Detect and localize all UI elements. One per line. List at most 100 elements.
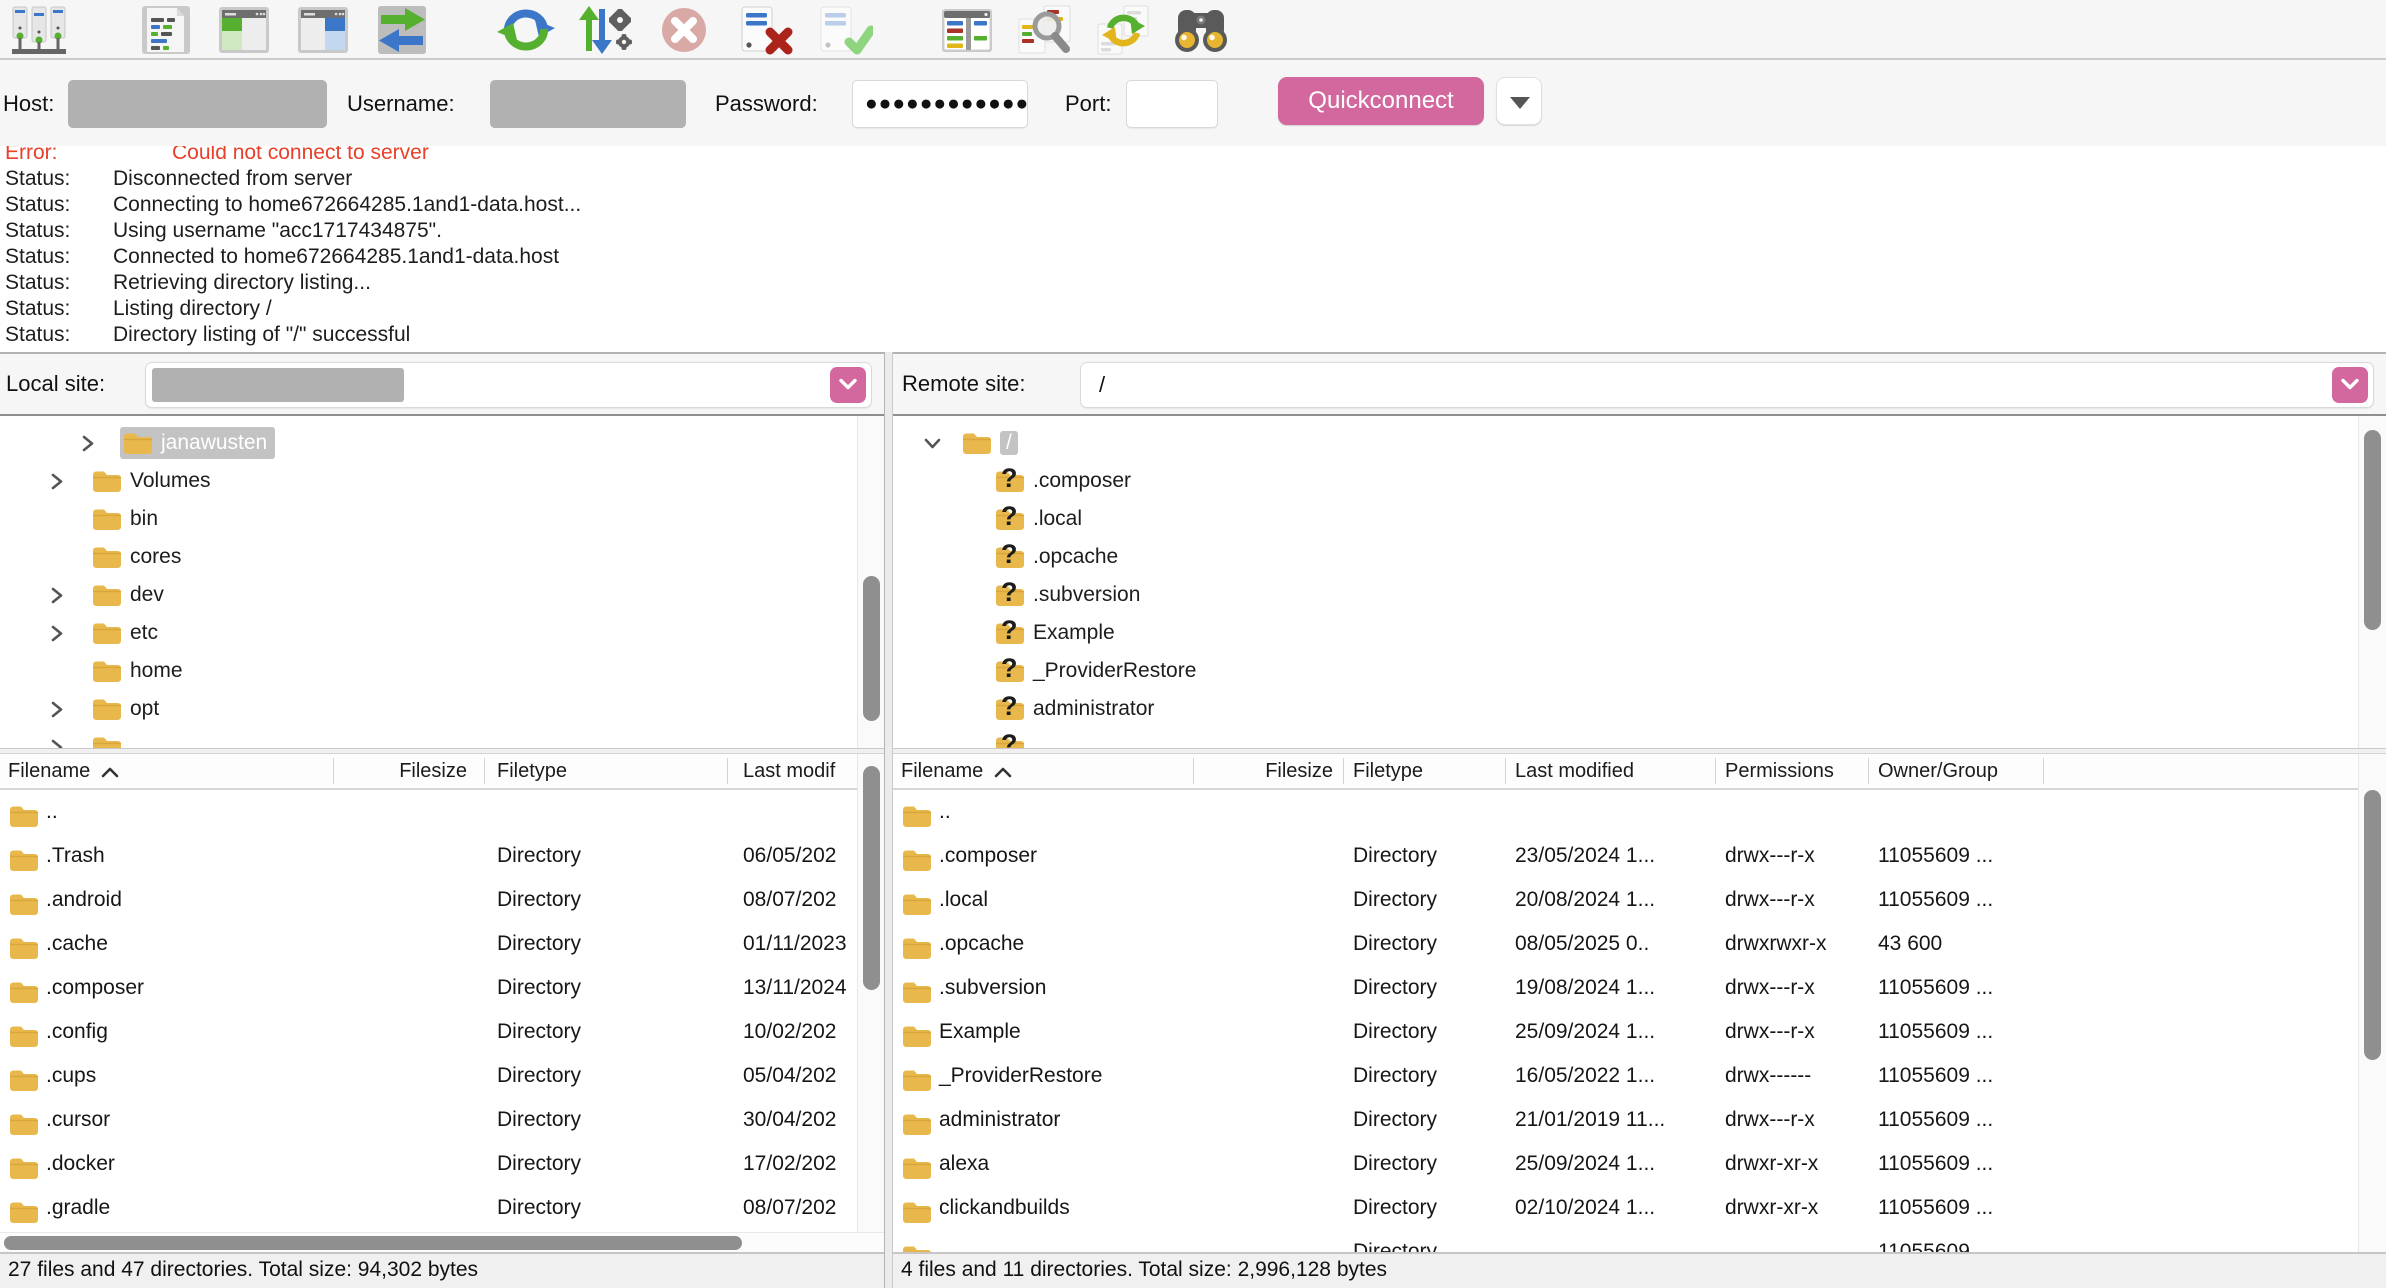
column-header-filename[interactable]: Filename: [901, 754, 1013, 788]
column-header-filename[interactable]: Filename: [8, 754, 120, 788]
remote-list-scrollbar[interactable]: [2358, 754, 2386, 1252]
chevron-right-icon[interactable]: [48, 472, 66, 490]
file-row[interactable]: .cupsDirectory05/04/202: [0, 1054, 885, 1098]
remote-tree-toggle-button[interactable]: [292, 4, 354, 56]
local-file-list[interactable]: Filename Filesize Filetype Last modif ..…: [0, 754, 885, 1252]
local-list-horizontal-scrollbar[interactable]: [0, 1232, 885, 1252]
remote-site-combo[interactable]: /: [1080, 362, 2374, 408]
filename-filters-button[interactable]: [1014, 4, 1076, 56]
column-header-filetype[interactable]: Filetype: [497, 754, 567, 788]
username-input[interactable]: [490, 80, 686, 128]
cancel-button[interactable]: [653, 4, 715, 56]
chevron-down-icon[interactable]: [923, 434, 941, 452]
directory-comparison-button[interactable]: [936, 4, 998, 56]
column-header-last-modified[interactable]: Last modif: [743, 754, 835, 788]
tree-item[interactable]: bin: [0, 500, 885, 538]
tree-item[interactable]: janawusten: [0, 424, 885, 462]
message-log[interactable]: Error:Could not connect to server Status…: [0, 146, 2386, 352]
chevron-right-icon[interactable]: [48, 586, 66, 604]
local-list-scrollbar[interactable]: [857, 754, 885, 1232]
file-row[interactable]: .composerDirectory13/11/2024: [0, 966, 885, 1010]
site-manager-button[interactable]: [8, 4, 70, 56]
file-row[interactable]: .cursorDirectory30/04/202: [0, 1098, 885, 1142]
tree-item[interactable]: /: [893, 424, 2386, 462]
tree-item[interactable]: ?: [893, 728, 2386, 748]
remote-tree-scrollbar[interactable]: [2358, 416, 2386, 748]
remote-file-list[interactable]: Filename Filesize Filetype Last modified…: [893, 754, 2386, 1252]
chevron-right-icon[interactable]: [79, 434, 97, 452]
tree-item[interactable]: Volumes: [0, 462, 885, 500]
synchronized-browsing-button[interactable]: [1092, 4, 1154, 56]
tree-item[interactable]: ?.composer: [893, 462, 2386, 500]
file-row[interactable]: .TrashDirectory06/05/202: [0, 834, 885, 878]
message-log-toggle-button[interactable]: [134, 4, 196, 56]
tree-item[interactable]: cores: [0, 538, 885, 576]
tree-item[interactable]: etc: [0, 614, 885, 652]
find-files-button[interactable]: [1170, 4, 1232, 56]
column-header-filesize[interactable]: Filesize: [337, 754, 467, 788]
tree-item[interactable]: [0, 728, 885, 748]
file-row[interactable]: .composerDirectory23/05/2024 1...drwx---…: [893, 834, 2386, 878]
port-input[interactable]: [1126, 80, 1218, 128]
tree-item[interactable]: ?Example: [893, 614, 2386, 652]
tree-item[interactable]: ?.subversion: [893, 576, 2386, 614]
local-site-dropdown-button[interactable]: [830, 367, 866, 403]
file-row[interactable]: _ProviderRestoreDirectory16/05/2022 1...…: [893, 1054, 2386, 1098]
file-row[interactable]: administratorDirectory21/01/2019 11...dr…: [893, 1098, 2386, 1142]
scrollbar-thumb[interactable]: [2364, 430, 2381, 630]
file-row[interactable]: ..: [0, 790, 885, 834]
tree-item[interactable]: ?.opcache: [893, 538, 2386, 576]
file-row[interactable]: .androidDirectory08/07/202: [0, 878, 885, 922]
password-input[interactable]: ●●●●●●●●●●●●: [852, 80, 1028, 128]
file-row[interactable]: .dockerDirectory17/02/202: [0, 1142, 885, 1186]
chevron-right-icon[interactable]: [48, 738, 66, 748]
column-header-owner-group[interactable]: Owner/Group: [1878, 754, 1998, 788]
chevron-right-icon[interactable]: [48, 700, 66, 718]
file-row[interactable]: alexaDirectory25/09/2024 1...drwxr-xr-x1…: [893, 1142, 2386, 1186]
file-row[interactable]: ..: [893, 790, 2386, 834]
local-tree-toggle-button[interactable]: [213, 4, 275, 56]
tree-item-label: home: [130, 659, 183, 683]
tree-item[interactable]: dev: [0, 576, 885, 614]
refresh-button[interactable]: [495, 4, 557, 56]
local-site-combo[interactable]: [145, 362, 872, 408]
scrollbar-thumb[interactable]: [2364, 790, 2381, 1060]
scrollbar-thumb[interactable]: [4, 1236, 742, 1250]
local-status-text: 27 files and 47 directories. Total size:…: [8, 1258, 478, 1281]
file-row[interactable]: .configDirectory10/02/202: [0, 1010, 885, 1054]
file-row[interactable]: clickandbuildsDirectory02/10/2024 1...dr…: [893, 1186, 2386, 1230]
column-header-filesize[interactable]: Filesize: [1223, 754, 1333, 788]
disconnect-button[interactable]: [732, 4, 794, 56]
column-header-filetype[interactable]: Filetype: [1353, 754, 1423, 788]
tree-item[interactable]: ?_ProviderRestore: [893, 652, 2386, 690]
folder-question-icon: ?: [994, 697, 1024, 721]
column-header-permissions[interactable]: Permissions: [1725, 754, 1834, 788]
quickconnect-button[interactable]: Quickconnect: [1278, 77, 1484, 125]
quickconnect-dropdown-button[interactable]: [1496, 77, 1542, 125]
reconnect-button[interactable]: [811, 4, 873, 56]
tree-item[interactable]: ?administrator: [893, 690, 2386, 728]
file-row[interactable]: .localDirectory20/08/2024 1...drwx---r-x…: [893, 878, 2386, 922]
scrollbar-thumb[interactable]: [863, 766, 880, 990]
file-row[interactable]: .cacheDirectory01/11/2023: [0, 922, 885, 966]
tree-item[interactable]: home: [0, 652, 885, 690]
file-row[interactable]: ExampleDirectory25/09/2024 1...drwx---r-…: [893, 1010, 2386, 1054]
remote-site-dropdown-button[interactable]: [2332, 367, 2368, 403]
column-header-last-modified[interactable]: Last modified: [1515, 754, 1634, 788]
chevron-right-icon[interactable]: [48, 624, 66, 642]
tree-item[interactable]: ?.local: [893, 500, 2386, 538]
file-row[interactable]: Directory11055609 ...: [893, 1230, 2386, 1252]
remote-tree-pane[interactable]: / ?.composer ?.local ?.opcache ?.subvers…: [893, 416, 2386, 748]
host-input[interactable]: [68, 80, 327, 128]
local-tree-pane[interactable]: janawusten Volumes bin cores dev etc hom…: [0, 416, 885, 748]
tree-item[interactable]: opt: [0, 690, 885, 728]
local-tree-scrollbar[interactable]: [857, 416, 885, 748]
transfer-queue-toggle-button[interactable]: [371, 4, 433, 56]
scrollbar-thumb[interactable]: [863, 576, 880, 721]
pane-splitter-vertical[interactable]: [884, 352, 893, 1288]
file-row[interactable]: .opcacheDirectory08/05/2025 0..drwxrwxr-…: [893, 922, 2386, 966]
process-queue-button[interactable]: [574, 4, 636, 56]
file-row[interactable]: .subversionDirectory19/08/2024 1...drwx-…: [893, 966, 2386, 1010]
file-row[interactable]: .gradleDirectory08/07/202: [0, 1186, 885, 1230]
pane-splitter-horizontal[interactable]: [0, 748, 2386, 754]
